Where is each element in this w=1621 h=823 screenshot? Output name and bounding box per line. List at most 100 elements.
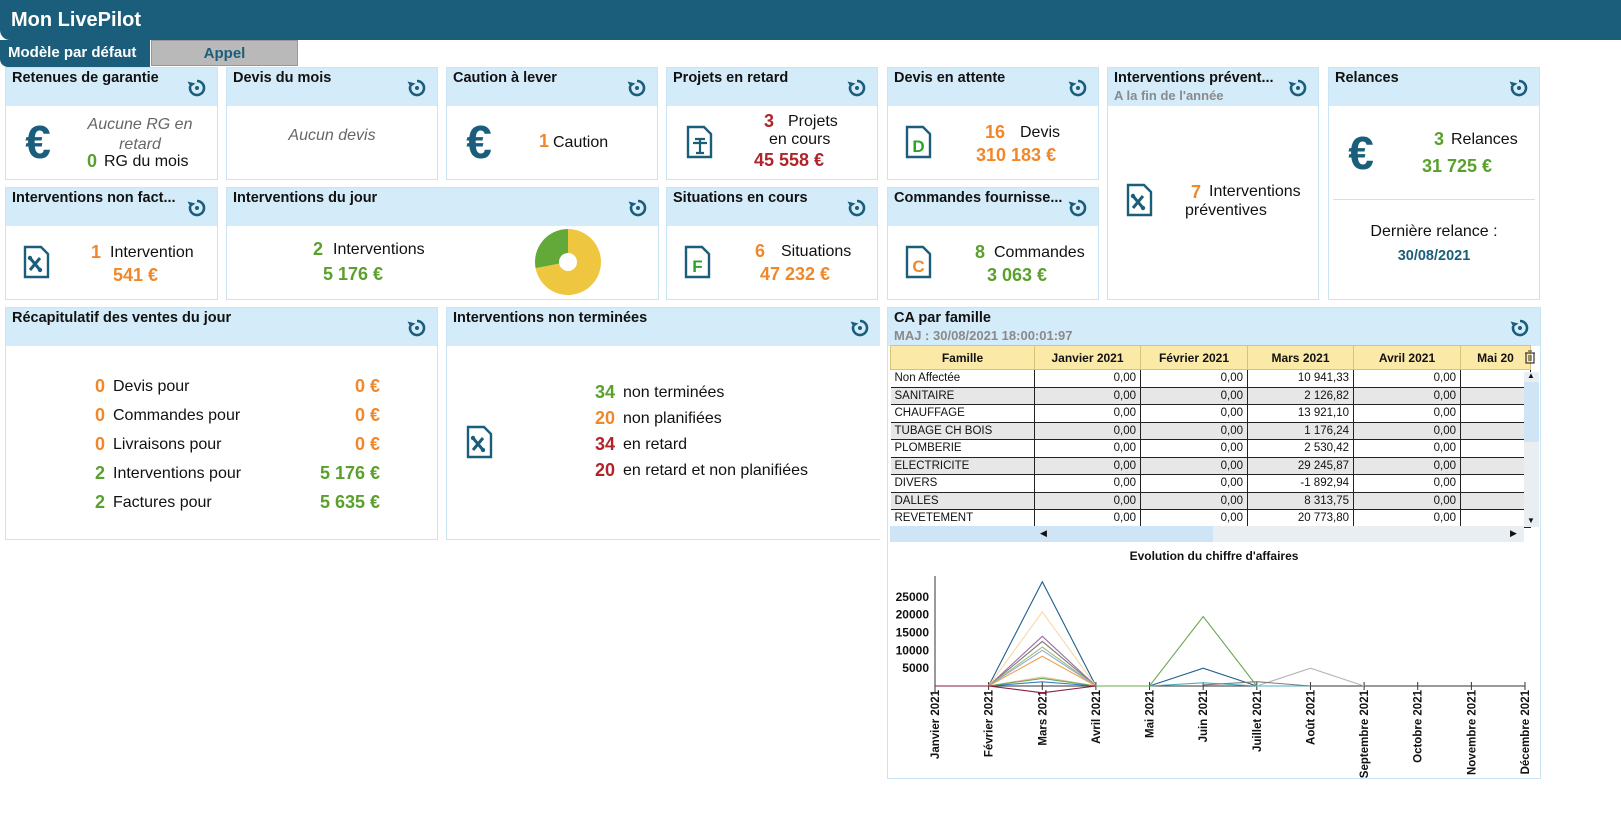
recap-amount: 0 € [354,405,380,425]
table-row[interactable]: DALLES 0,00 0,00 8 313,75 0,00 [890,492,1531,510]
table-row[interactable]: DIVERS 0,00 0,00 -1 892,94 0,00 [890,474,1531,493]
table-row[interactable]: ELECTRICITE 0,00 0,00 29 245,87 0,00 [890,457,1531,475]
tab-bar: Modèle par défaut Appel [0,40,1621,67]
card-situations-en-cours: Situations en cours F 6 Situations 47 23… [666,187,878,300]
svg-text:C: C [912,257,924,276]
table-row[interactable]: PLOMBERIE 0,00 0,00 2 530,42 0,00 [890,439,1531,458]
refresh-icon[interactable] [1067,197,1089,219]
card-interventions-non-terminees: Interventions non terminées 34 non termin… [446,307,880,540]
amount-cell: 13 921,10 [1247,404,1354,423]
column-header[interactable]: Janvier 2021 [1034,345,1141,370]
x-tick-label: Mai 2021 [1145,689,1157,738]
scroll-down-arrow-icon[interactable]: ▼ [1527,516,1535,525]
horizontal-scrollbar-thumb[interactable] [890,526,1213,542]
recap-count: 0 [95,434,106,454]
refresh-icon[interactable] [846,77,868,99]
famille-cell: Non Affectée [890,369,1035,388]
refresh-icon[interactable] [1508,77,1530,99]
refresh-icon[interactable] [406,77,428,99]
relances-label: Relances [1451,131,1518,148]
refresh-icon[interactable] [627,197,649,219]
card-subtitle: A la fin de l'année [1114,88,1224,103]
pie-slice-green [535,229,568,269]
card-header: Projets en retard [667,68,877,106]
divider [1333,199,1535,200]
delete-icon[interactable] [1524,350,1536,364]
amount-cell: 0,00 [1034,369,1141,388]
card-retenues-garantie: Retenues de garantie Aucune RG en retard… [5,67,218,180]
recap-count: 2 [95,463,106,483]
column-header[interactable]: Mars 2021 [1247,345,1354,370]
nonterm-label: non planifiées [623,410,722,427]
card-title: CA par famille [894,310,991,326]
scroll-left-arrow-icon[interactable]: ◀ [1040,528,1047,539]
card-title: Récapitulatif des ventes du jour [12,310,232,326]
card-subtitle: MAJ : 30/08/2021 18:00:01:97 [894,328,1073,343]
relances-last-label: Dernière relance : [1370,223,1498,240]
retenues-empty-line1: Aucune RG en [87,116,193,133]
scroll-up-arrow-icon[interactable]: ▲ [1527,371,1535,380]
horizontal-scrollbar[interactable]: ◀ ▶ [890,526,1524,542]
retenues-empty-line2: retard [119,136,161,153]
column-header[interactable]: Février 2021 [1140,345,1248,370]
card-header: Relances [1329,68,1539,106]
amount-cell: 0,00 [1353,457,1461,475]
card-title: Retenues de garantie [12,70,159,86]
situations-label: Situations [781,243,852,260]
table-row[interactable]: TUBAGE CH BOIS 0,00 0,00 1 176,24 0,00 [890,422,1531,440]
famille-cell: ELECTRICITE [890,457,1035,475]
euro-icon [466,121,492,165]
card-header: CA par famille MAJ : 30/08/2021 18:00:01… [888,308,1540,346]
tab-appel[interactable]: Appel [151,40,298,66]
table-row[interactable]: CHAUFFAGE 0,00 0,00 13 921,10 0,00 [890,404,1531,423]
recap-amount: 0 € [354,434,380,454]
amount-cell: 1 176,24 [1247,422,1354,440]
amount-cell: 0,00 [1353,509,1461,528]
column-header[interactable]: Avril 2021 [1353,345,1461,370]
amount-cell: 0,00 [1034,457,1141,475]
card-title: Devis en attente [894,70,1006,86]
refresh-icon[interactable] [849,317,871,339]
recap-amount: 5 635 € [319,492,380,512]
card-header: Interventions non fact... [6,188,217,226]
card-interventions-du-jour: Interventions du jour 2 Interventions 5 … [226,187,659,300]
devis-attente-label: Devis [1020,124,1061,141]
situation-document-icon: F [684,245,711,279]
card-title: Interventions prévent... [1114,70,1274,86]
famille-cell: TUBAGE CH BOIS [890,422,1035,440]
vertical-scrollbar[interactable]: ▲ ▼ [1524,371,1539,527]
tab-modele-par-defaut[interactable]: Modèle par défaut [0,40,150,67]
refresh-icon[interactable] [626,77,648,99]
famille-cell: PLOMBERIE [890,439,1035,458]
refresh-icon[interactable] [1067,77,1089,99]
table-row[interactable]: REVETEMENT 0,00 0,00 20 773,80 0,00 [890,509,1531,528]
refresh-icon[interactable] [846,197,868,219]
amount-cell: 0,00 [1353,387,1461,405]
refresh-icon[interactable] [186,197,208,219]
x-tick-label: Avril 2021 [1091,689,1103,744]
card-title: Interventions non terminées [453,310,648,326]
commandes-count: 8 [975,242,986,262]
refresh-icon[interactable] [186,77,208,99]
card-title: Interventions du jour [233,190,378,206]
vertical-scrollbar-thumb[interactable] [1524,382,1539,442]
euro-icon [1348,132,1374,176]
table-row[interactable]: Non Affectée 0,00 0,00 10 941,33 0,00 [890,369,1531,388]
card-header: Situations en cours [667,188,877,226]
refresh-icon[interactable] [1287,77,1309,99]
nonterm-label: non terminées [623,384,725,401]
x-tick-label: Novembre 2021 [1466,689,1478,775]
amount-cell: 20 773,80 [1247,509,1354,528]
amount-cell: 0,00 [1140,369,1248,388]
refresh-icon[interactable] [1509,317,1531,339]
column-header[interactable]: Mai 20 [1460,345,1531,370]
scroll-right-arrow-icon[interactable]: ▶ [1510,528,1517,539]
amount-cell: 0,00 [1353,492,1461,510]
refresh-icon[interactable] [406,317,428,339]
card-commandes-fournisseurs: Commandes fournisse... C 8 Commandes 3 0… [887,187,1099,300]
intervention-document-icon [466,425,493,459]
card-title: Situations en cours [673,190,808,206]
column-header[interactable]: Famille [890,345,1035,370]
table-row[interactable]: SANITAIRE 0,00 0,00 2 126,82 0,00 [890,387,1531,405]
svg-text:F: F [692,257,702,276]
